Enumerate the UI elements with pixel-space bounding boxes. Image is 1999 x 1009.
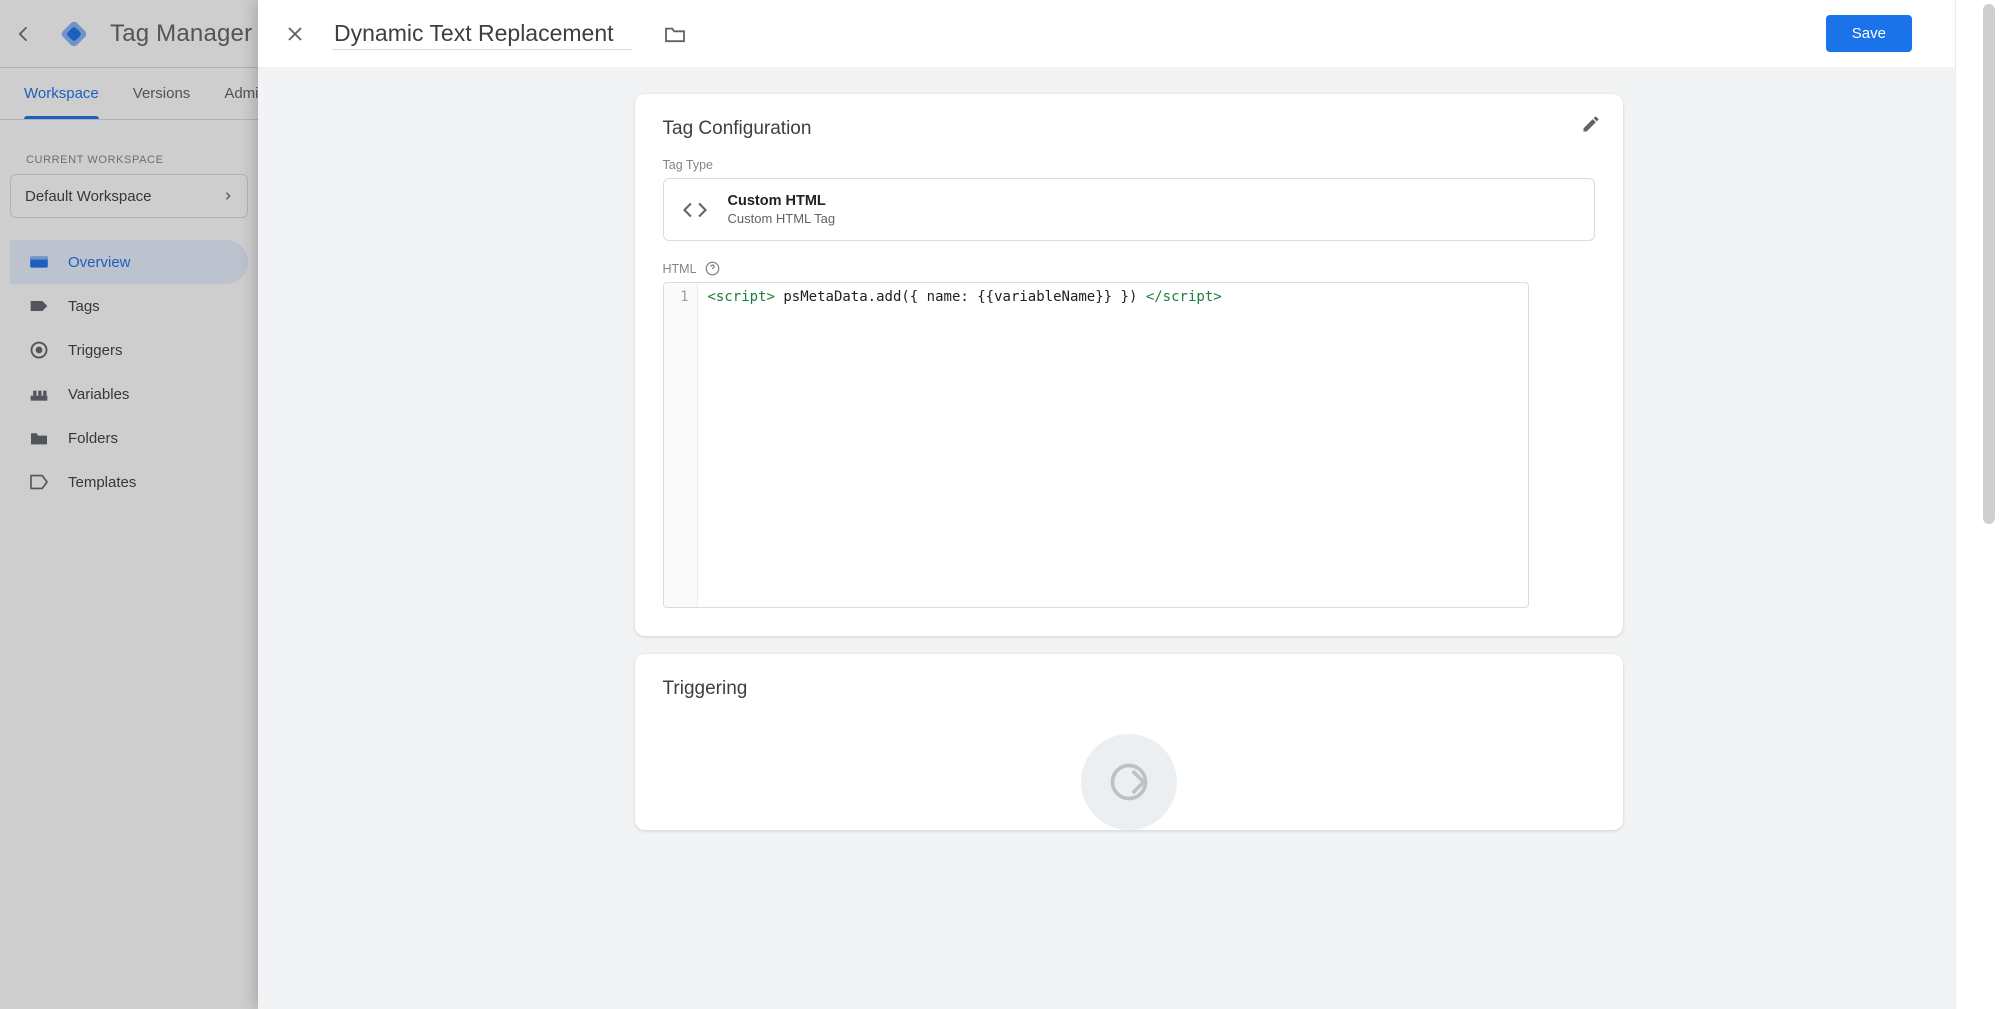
html-label: HTML	[663, 261, 1595, 276]
tag-configuration-card: Tag Configuration Tag Type Custom HTML C…	[635, 94, 1623, 636]
tag-type-label: Tag Type	[663, 158, 1595, 172]
panel-body: Tag Configuration Tag Type Custom HTML C…	[258, 68, 1999, 1009]
code-close-tag: </script>	[1146, 289, 1222, 305]
scrollbar-thumb[interactable]	[1983, 4, 1995, 524]
code-content[interactable]: <script> psMetaData.add({ name: {{variab…	[698, 283, 1232, 607]
line-number: 1	[664, 289, 689, 305]
html-code-editor[interactable]: 1 <script> psMetaData.add({ name: {{vari…	[663, 282, 1529, 608]
tag-name-input[interactable]	[332, 18, 632, 50]
code-open-tag: <script>	[708, 289, 775, 305]
close-icon[interactable]	[286, 25, 304, 43]
tag-type-subtitle: Custom HTML Tag	[728, 211, 836, 226]
card-title: Tag Configuration	[663, 118, 1595, 140]
tag-type-name: Custom HTML	[728, 193, 836, 209]
pencil-icon[interactable]	[1581, 114, 1601, 134]
add-trigger-placeholder-icon[interactable]	[1081, 734, 1177, 830]
code-body: psMetaData.add({ name: {{variableName}} …	[775, 289, 1146, 305]
code-gutter: 1	[664, 283, 698, 607]
help-icon[interactable]	[705, 261, 720, 276]
save-button[interactable]: Save	[1826, 15, 1912, 52]
panel-header: Save	[258, 0, 1999, 68]
triggering-card[interactable]: Triggering	[635, 654, 1623, 830]
panel-scrollbar[interactable]	[1955, 0, 1999, 1009]
folder-outline-icon[interactable]	[660, 21, 690, 47]
tag-type-selector[interactable]: Custom HTML Custom HTML Tag	[663, 178, 1595, 241]
html-label-text: HTML	[663, 262, 697, 276]
code-brackets-icon	[682, 200, 708, 220]
card-title: Triggering	[663, 678, 1595, 700]
tag-editor-panel: Save Tag Configuration Tag Type Custom H…	[258, 0, 1999, 1009]
